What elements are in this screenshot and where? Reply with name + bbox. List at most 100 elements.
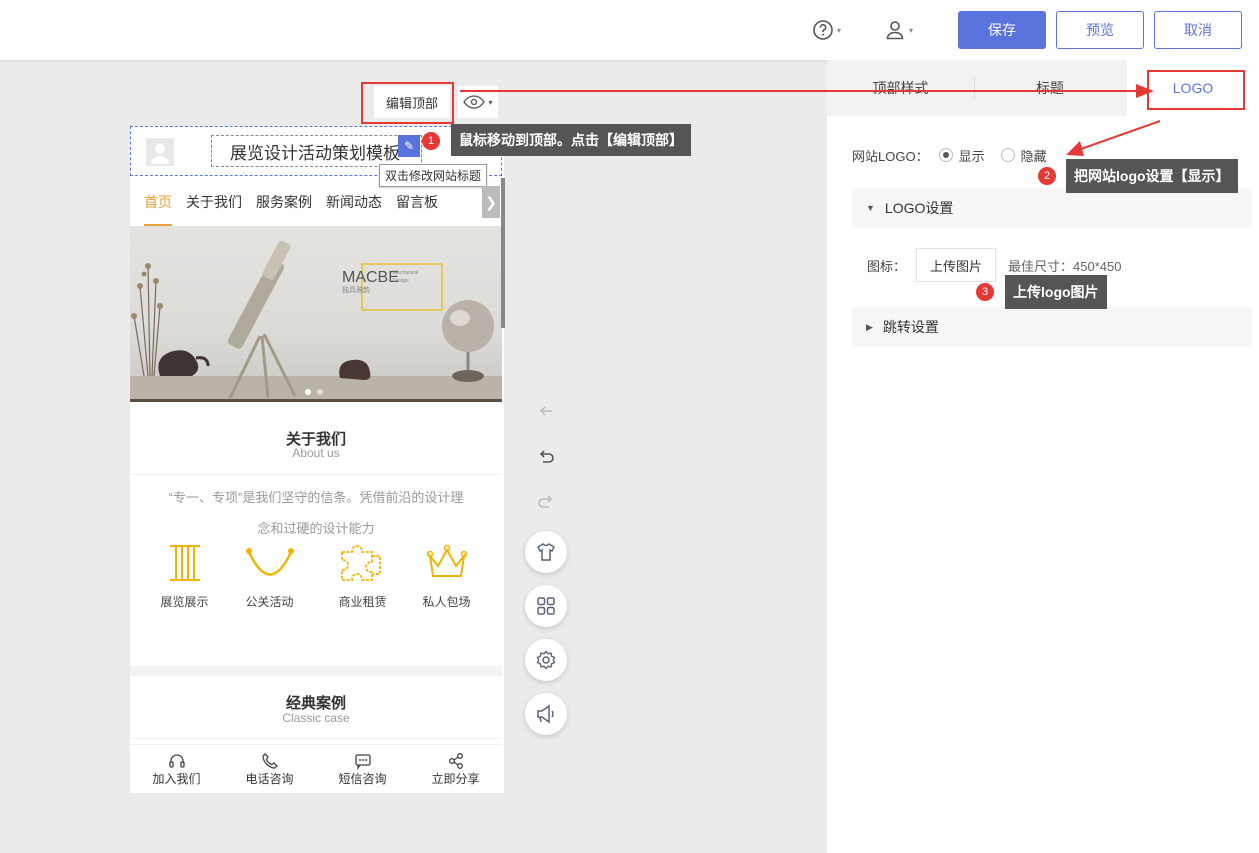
logo-visibility-label: 网站LOGO： — [852, 148, 929, 164]
bottom-label: 短信咨询 — [338, 771, 387, 786]
nav-item-about[interactable]: 关于我们 — [186, 178, 242, 226]
redo-icon[interactable] — [537, 492, 555, 510]
crown-icon — [426, 544, 467, 577]
bottom-label: 立即分享 — [431, 771, 480, 786]
banner-brand: MACBE — [342, 269, 399, 286]
divider — [130, 738, 502, 739]
gear-icon — [536, 650, 556, 670]
edit-pencil-icon[interactable]: ✎ — [398, 135, 420, 157]
smile-arc-icon — [245, 548, 294, 576]
phone-icon — [261, 752, 278, 769]
chevron-down-icon: ▾ — [909, 25, 914, 35]
upload-image-button[interactable]: 上传图片 — [916, 248, 997, 282]
about-subtitle: About us — [292, 446, 340, 460]
puzzle-icon — [340, 545, 381, 581]
best-size-text: 最佳尺寸：450*450 — [1008, 258, 1122, 274]
feature-private[interactable]: 私人包场 — [404, 542, 489, 610]
visibility-toggle[interactable]: ▾ — [458, 86, 498, 118]
feature-rental[interactable]: 商业租赁 — [320, 542, 405, 610]
phone-preview: 展览设计活动策划模板 ✎ 双击修改网站标题 首页 关于我们 服务案例 新闻动态 … — [130, 126, 504, 793]
cases-section: 经典案例 Classic case — [130, 676, 502, 740]
radio-show-label[interactable]: 显示 — [959, 146, 985, 165]
banner-brand-sub1: Mechanical — [393, 270, 418, 276]
hero-banner: MACBE Mechanical Design 独具雅韵 — [130, 226, 502, 402]
radio-show[interactable] — [938, 148, 953, 162]
cancel-button[interactable]: 取消 — [1154, 11, 1242, 49]
site-title[interactable]: 展览设计活动策划模板 — [211, 135, 422, 167]
sms-consult-button[interactable]: 短信咨询 — [316, 745, 409, 793]
radio-hide-label[interactable]: 隐藏 — [1021, 146, 1047, 165]
about-text-line1: “专一、专项”是我们坚守的信条。凭借前沿的设计理 — [168, 490, 464, 505]
user-menu[interactable]: ▾ — [884, 16, 913, 44]
share-icon — [448, 752, 463, 769]
announcement-button[interactable] — [525, 693, 567, 735]
callout-3: 上传logo图片 — [1005, 275, 1107, 309]
megaphone-icon — [537, 704, 554, 724]
callout-2: 把网站logo设置【显示】 — [1066, 159, 1238, 193]
nav-item-cases[interactable]: 服务案例 — [256, 178, 312, 226]
feature-exhibition[interactable]: 展览展示 — [142, 542, 227, 610]
section-divider — [130, 666, 502, 676]
logo-placeholder — [146, 138, 174, 166]
grid-icon — [537, 597, 555, 615]
banner-brand-sub2: Design — [393, 278, 409, 284]
nav-item-news[interactable]: 新闻动态 — [326, 178, 382, 226]
help-menu[interactable]: ▾ — [812, 16, 841, 44]
about-text-line2: 念和过硬的设计能力 — [257, 521, 375, 536]
pillar-icon — [169, 545, 200, 581]
divider — [130, 474, 502, 475]
section-title: LOGO设置 — [884, 200, 954, 216]
question-circle-icon — [813, 20, 833, 40]
nav-item-home[interactable]: 首页 — [144, 178, 172, 226]
preview-button[interactable]: 预览 — [1056, 11, 1144, 49]
caret-down-icon: ▼ — [866, 203, 875, 213]
phone-consult-button[interactable]: 电话咨询 — [223, 745, 316, 793]
tab-top-style[interactable]: 顶部样式 — [827, 60, 974, 116]
feature-label: 公关活动 — [245, 595, 294, 609]
components-button[interactable] — [525, 585, 567, 627]
radio-hide[interactable] — [1000, 148, 1015, 162]
banner-brand-cn: 独具雅韵 — [342, 285, 370, 294]
feature-pr[interactable]: 公关活动 — [227, 542, 312, 610]
theme-button[interactable] — [525, 531, 567, 573]
eye-icon — [463, 95, 486, 109]
nav-item-guestbook[interactable]: 留言板 — [396, 178, 438, 226]
callout-1: 鼠标移动到顶部。点击【编辑顶部】 — [451, 124, 691, 156]
bottom-label: 加入我们 — [152, 771, 201, 786]
chevron-right-icon[interactable]: ❯ — [482, 186, 500, 218]
tshirt-icon — [537, 543, 555, 561]
logo-visibility-row: 网站LOGO： 显示 隐藏 — [852, 146, 1047, 164]
join-us-button[interactable]: 加入我们 — [130, 745, 223, 793]
bottom-label: 电话咨询 — [245, 771, 294, 786]
site-nav: 首页 关于我们 服务案例 新闻动态 留言板 ❯ — [130, 178, 502, 226]
section-title: 跳转设置 — [882, 319, 939, 335]
site-header[interactable]: 展览设计活动策划模板 ✎ 双击修改网站标题 — [130, 126, 502, 187]
bottom-bar: 加入我们 电话咨询 短信咨询 立即分享 — [130, 744, 502, 793]
logo-settings-section[interactable]: ▼ LOGO设置 — [852, 188, 1252, 228]
tab-title[interactable]: 标题 — [975, 60, 1125, 116]
top-bar: ▾ ▾ 保存 预览 取消 — [0, 0, 1259, 60]
headset-icon — [168, 753, 185, 768]
cases-subtitle: Classic case — [282, 711, 350, 725]
banner-illustration: MACBE Mechanical Design 独具雅韵 — [130, 240, 502, 402]
about-section: 关于我们 About us “专一、专项”是我们坚守的信条。凭借前沿的设计理 念… — [130, 412, 502, 666]
step-badge-3: 3 — [976, 283, 994, 301]
arrow-left-icon[interactable] — [537, 402, 555, 420]
share-button[interactable]: 立即分享 — [409, 745, 502, 793]
chevron-down-icon: ▾ — [488, 97, 493, 107]
avatar-icon — [151, 144, 169, 164]
settings-button[interactable] — [525, 639, 567, 681]
highlight-edit-top — [361, 82, 454, 124]
feature-label: 私人包场 — [422, 595, 471, 609]
save-button[interactable]: 保存 — [958, 11, 1046, 49]
about-text: “专一、专项”是我们坚守的信条。凭借前沿的设计理 念和过硬的设计能力 — [150, 482, 482, 544]
caret-right-icon: ▶ — [866, 321, 873, 332]
user-icon — [886, 21, 904, 40]
undo-icon[interactable] — [537, 447, 555, 465]
feature-label: 展览展示 — [160, 595, 209, 609]
preview-scrollbar[interactable] — [501, 178, 505, 328]
icon-label: 图标： — [867, 258, 907, 274]
message-icon — [354, 753, 371, 770]
jump-settings-section[interactable]: ▶ 跳转设置 — [852, 307, 1252, 347]
chevron-down-icon: ▾ — [837, 25, 842, 35]
